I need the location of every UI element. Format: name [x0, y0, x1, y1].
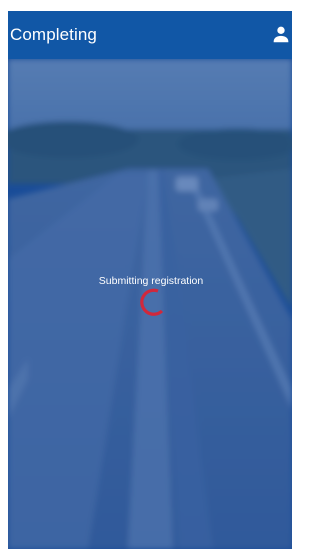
app-screen: Completing Submitting registration [8, 11, 292, 549]
spinner-icon [140, 288, 164, 316]
loading-indicator [8, 59, 292, 549]
app-bar: Completing [8, 11, 292, 59]
person-icon [273, 26, 289, 43]
account-button[interactable] [270, 23, 292, 45]
page-title: Completing [10, 25, 97, 44]
status-text: Submitting registration [98, 275, 204, 287]
